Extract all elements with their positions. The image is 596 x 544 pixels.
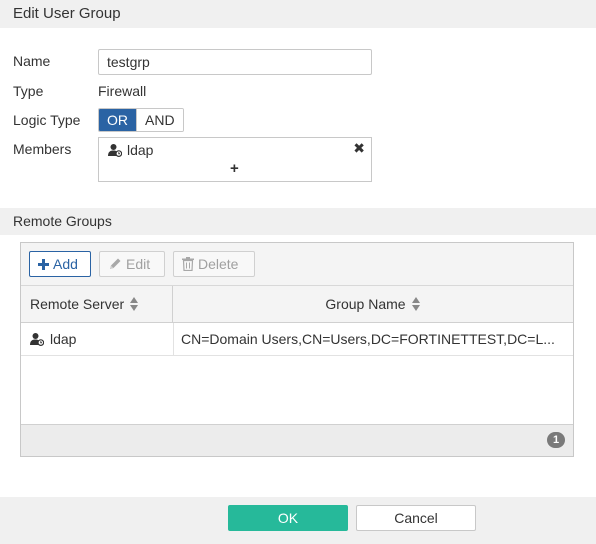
logic-type-toggle: OR AND	[98, 108, 184, 132]
column-group-name-label: Group Name	[325, 296, 406, 312]
edit-button-label: Edit	[126, 256, 151, 272]
logic-and-option[interactable]: AND	[136, 109, 183, 131]
dialog-footer: OK Cancel	[0, 497, 596, 544]
logic-or-option[interactable]: OR	[99, 109, 136, 131]
delete-button-label: Delete	[198, 256, 239, 272]
dialog-title-bar: Edit User Group	[0, 0, 596, 28]
trash-icon	[182, 257, 194, 271]
edit-button[interactable]: Edit	[99, 251, 165, 277]
type-value: Firewall	[98, 83, 147, 99]
column-remote-server-label: Remote Server	[30, 296, 125, 312]
remote-user-icon	[30, 333, 44, 346]
name-label: Name	[13, 53, 51, 69]
cancel-button[interactable]: Cancel	[356, 505, 476, 531]
add-member-icon[interactable]: +	[230, 160, 239, 177]
plus-icon	[38, 258, 49, 270]
remote-server-value: ldap	[50, 331, 77, 347]
pencil-icon	[110, 258, 121, 269]
ok-button[interactable]: OK	[228, 505, 348, 531]
member-item: ldap	[108, 142, 153, 158]
sort-icon[interactable]	[411, 297, 421, 311]
table-row[interactable]: ldap CN=Domain Users,CN=Users,DC=FORTINE…	[21, 323, 573, 356]
remote-groups-toolbar: Add Edit Delete	[21, 243, 573, 286]
remote-groups-header: Remote Groups	[0, 208, 596, 235]
column-group-name[interactable]: Group Name	[173, 286, 573, 322]
members-label: Members	[13, 141, 72, 157]
logic-type-label: Logic Type	[13, 112, 81, 128]
remote-user-icon	[108, 144, 122, 157]
type-label: Type	[13, 83, 44, 99]
table-footer: 1	[21, 424, 573, 456]
remote-groups-panel: Add Edit Delete Remote Server Group Name…	[20, 242, 574, 457]
group-name-cell: CN=Domain Users,CN=Users,DC=FORTINETTEST…	[181, 331, 555, 347]
dialog-title: Edit User Group	[13, 5, 121, 22]
add-button-label: Add	[53, 256, 78, 272]
sort-icon[interactable]	[130, 297, 139, 311]
column-remote-server[interactable]: Remote Server	[21, 286, 173, 322]
column-divider	[173, 323, 174, 355]
remote-server-cell: ldap	[30, 331, 76, 347]
row-count-badge: 1	[547, 432, 565, 448]
member-name: ldap	[127, 142, 154, 158]
members-field[interactable]: ldap ✖ +	[98, 137, 372, 182]
remote-groups-title: Remote Groups	[13, 213, 112, 229]
table-header: Remote Server Group Name	[21, 286, 573, 323]
add-button[interactable]: Add	[29, 251, 91, 277]
name-input[interactable]	[98, 49, 372, 75]
remove-member-icon[interactable]: ✖	[353, 140, 365, 157]
delete-button[interactable]: Delete	[173, 251, 255, 277]
